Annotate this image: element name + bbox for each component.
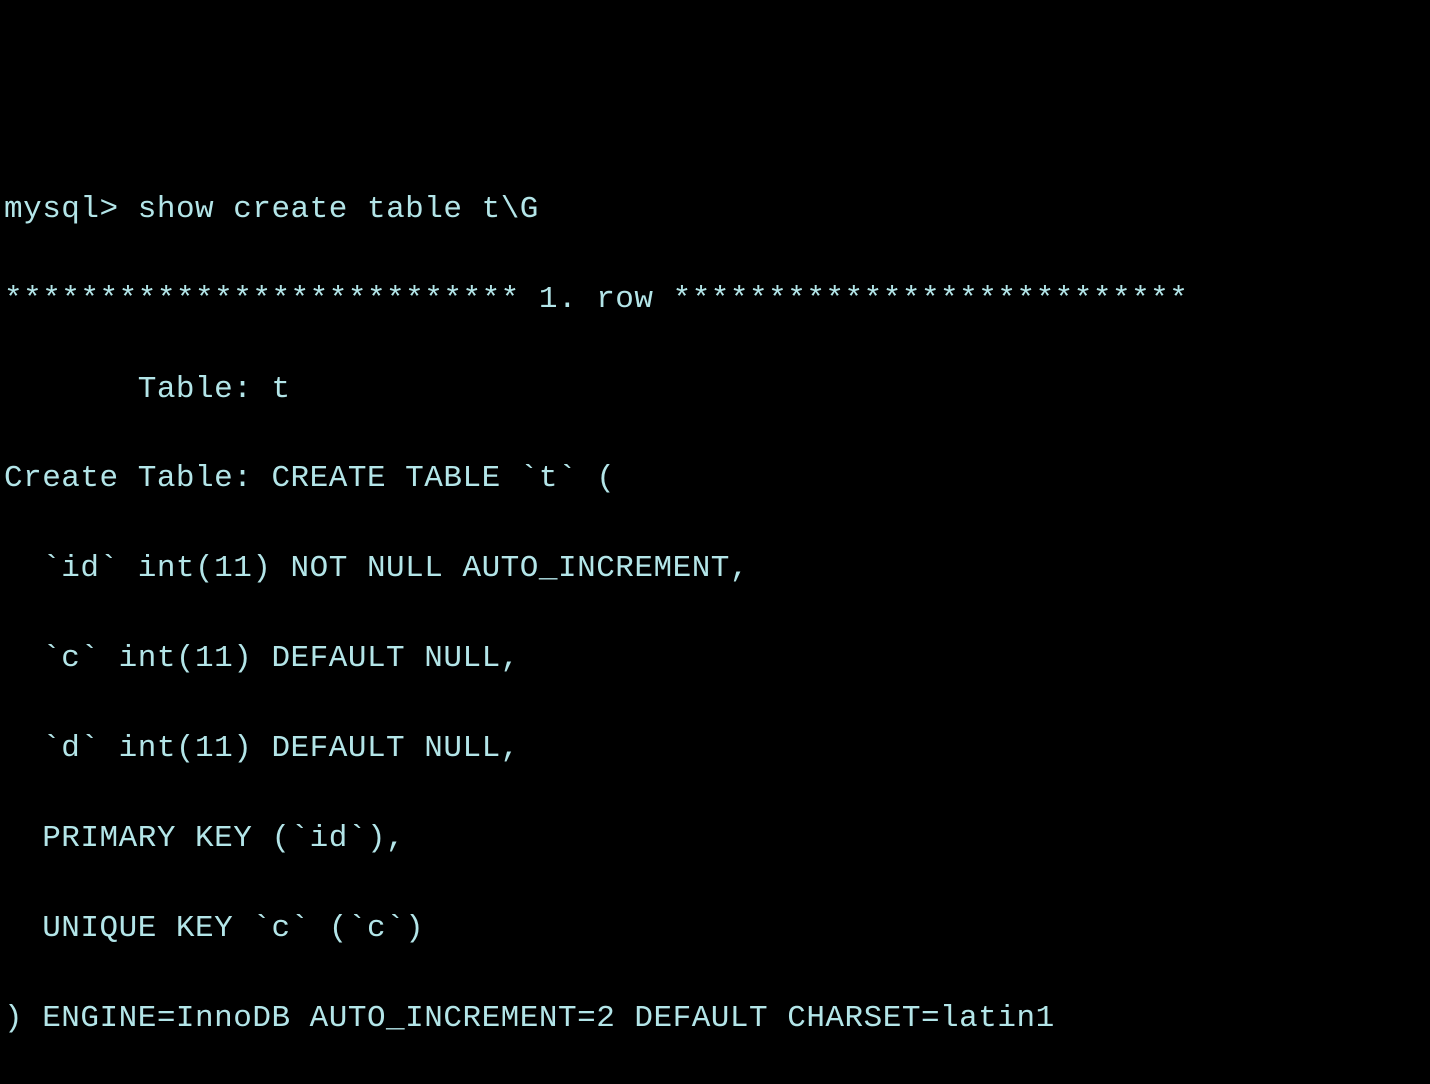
closing-line: ) ENGINE=InnoDB AUTO_INCREMENT=2 DEFAULT… [4, 997, 1426, 1042]
table-name-value: t [271, 372, 290, 407]
table-label: Table: [4, 372, 271, 407]
row-separator: *************************** 1. row *****… [4, 278, 1426, 323]
create-table-line: Create Table: CREATE TABLE `t` ( [4, 457, 1426, 502]
command-text: show create table t\G [138, 192, 539, 227]
column-d-line: `d` int(11) DEFAULT NULL, [4, 727, 1426, 772]
unique-key-line: UNIQUE KEY `c` (`c`) [4, 907, 1426, 952]
table-name-line: Table: t [4, 368, 1426, 413]
create-statement-start: CREATE TABLE `t` ( [271, 461, 615, 496]
column-c-line: `c` int(11) DEFAULT NULL, [4, 637, 1426, 682]
mysql-prompt: mysql> [4, 192, 138, 227]
create-label: Create Table: [4, 461, 271, 496]
column-id-line: `id` int(11) NOT NULL AUTO_INCREMENT, [4, 547, 1426, 592]
prompt-line[interactable]: mysql> show create table t\G [4, 188, 1426, 233]
primary-key-line: PRIMARY KEY (`id`), [4, 817, 1426, 862]
